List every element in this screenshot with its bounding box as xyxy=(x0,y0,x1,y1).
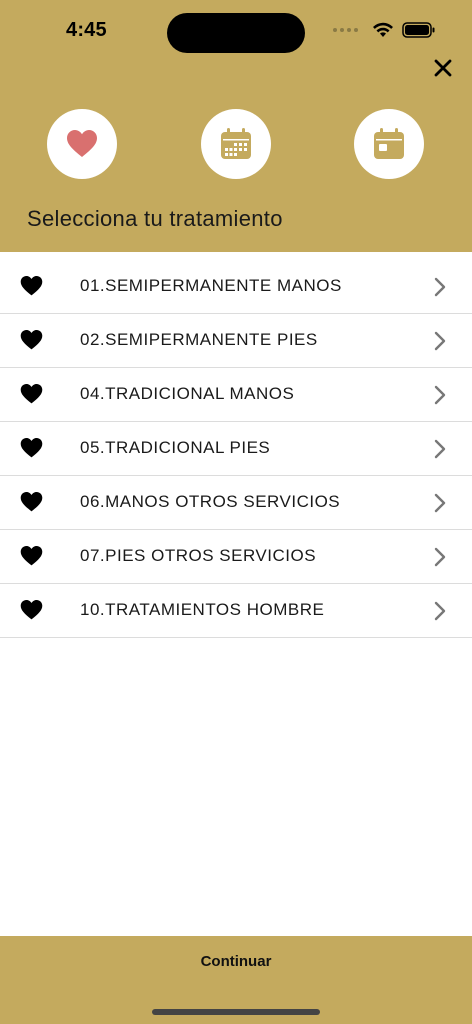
chevron-right-icon xyxy=(433,601,447,621)
treatment-row[interactable]: 10.TRATAMIENTOS HOMBRE xyxy=(0,584,472,638)
heart-icon xyxy=(20,329,43,351)
heart-icon xyxy=(20,437,43,459)
dynamic-island xyxy=(167,13,305,53)
treatment-row[interactable]: 04.TRADICIONAL MANOS xyxy=(0,368,472,422)
close-icon xyxy=(434,59,452,77)
close-button[interactable] xyxy=(430,55,456,81)
heart-icon xyxy=(20,383,43,405)
chevron-right-icon xyxy=(433,277,447,297)
heart-icon xyxy=(20,491,43,513)
treatment-row[interactable]: 06.MANOS OTROS SERVICIOS xyxy=(0,476,472,530)
chevron-right-icon xyxy=(433,547,447,567)
signal-dots-icon xyxy=(333,28,358,32)
treatment-label: 07.PIES OTROS SERVICIOS xyxy=(80,546,317,565)
status-time: 4:45 xyxy=(66,19,107,41)
chevron-right-icon xyxy=(433,493,447,513)
heart-icon xyxy=(20,599,43,621)
calendar-grid-icon xyxy=(221,128,251,159)
calendar-day-icon xyxy=(374,128,404,159)
treatment-row[interactable]: 02.SEMIPERMANENTE PIES xyxy=(0,314,472,368)
treatment-label: 04.TRADICIONAL MANOS xyxy=(80,384,295,403)
treatment-label: 06.MANOS OTROS SERVICIOS xyxy=(80,492,341,511)
treatment-row[interactable]: 05.TRADICIONAL PIES xyxy=(0,422,472,476)
heart-icon xyxy=(20,545,43,567)
chevron-right-icon xyxy=(433,385,447,405)
treatment-list: 01.SEMIPERMANENTE MANOS 02.SEMIPERMANENTE… xyxy=(0,260,472,638)
status-icons xyxy=(333,22,436,38)
treatment-label: 01.SEMIPERMANENTE MANOS xyxy=(80,276,342,295)
treatment-label: 02.SEMIPERMANENTE PIES xyxy=(80,330,318,349)
footer: Continuar xyxy=(0,936,472,1024)
home-indicator xyxy=(152,1009,320,1015)
treatment-row[interactable]: 07.PIES OTROS SERVICIOS xyxy=(0,530,472,584)
chevron-right-icon xyxy=(433,439,447,459)
step-confirm-button[interactable] xyxy=(354,109,424,179)
treatment-row[interactable]: 01.SEMIPERMANENTE MANOS xyxy=(0,260,472,314)
wifi-icon xyxy=(373,22,393,37)
header: 4:45 Selecciona tu tratamiento xyxy=(0,0,472,252)
battery-icon xyxy=(402,22,435,38)
continue-button[interactable]: Continuar xyxy=(0,936,472,986)
heart-icon xyxy=(67,130,97,157)
page-title: Selecciona tu tratamiento xyxy=(27,206,283,231)
treatment-label: 10.TRATAMIENTOS HOMBRE xyxy=(80,600,325,619)
chevron-right-icon xyxy=(433,331,447,351)
step-date-button[interactable] xyxy=(201,109,271,179)
step-treatment-button[interactable] xyxy=(47,109,117,179)
treatment-label: 05.TRADICIONAL PIES xyxy=(80,438,271,457)
heart-icon xyxy=(20,275,43,297)
